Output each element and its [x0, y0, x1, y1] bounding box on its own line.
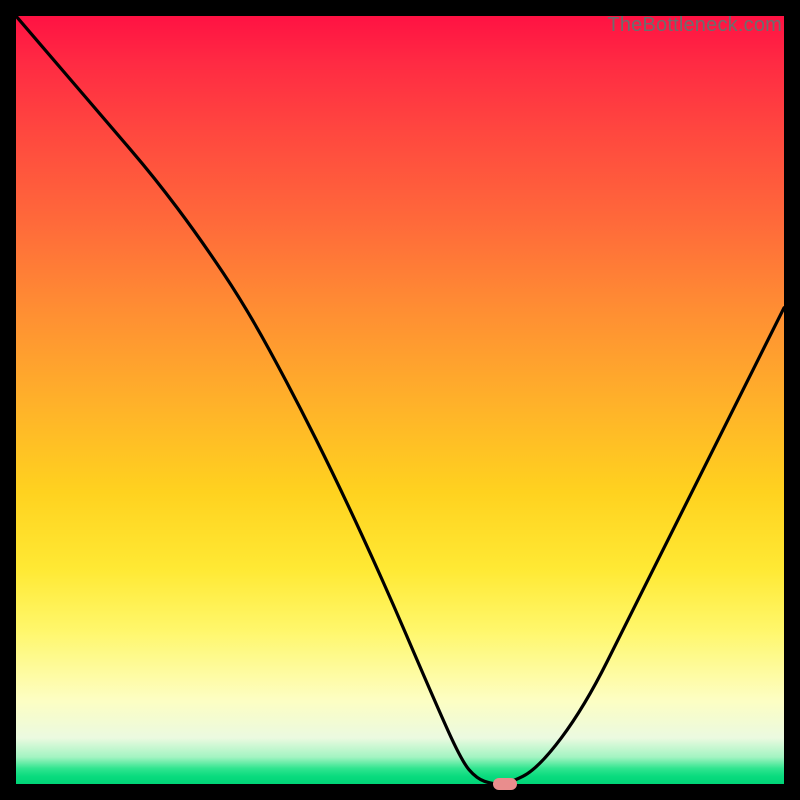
bottleneck-curve — [16, 16, 784, 784]
plot-area: TheBottleneck.com — [15, 15, 785, 785]
optimal-point-marker — [493, 778, 517, 790]
chart-frame: TheBottleneck.com — [0, 0, 800, 800]
